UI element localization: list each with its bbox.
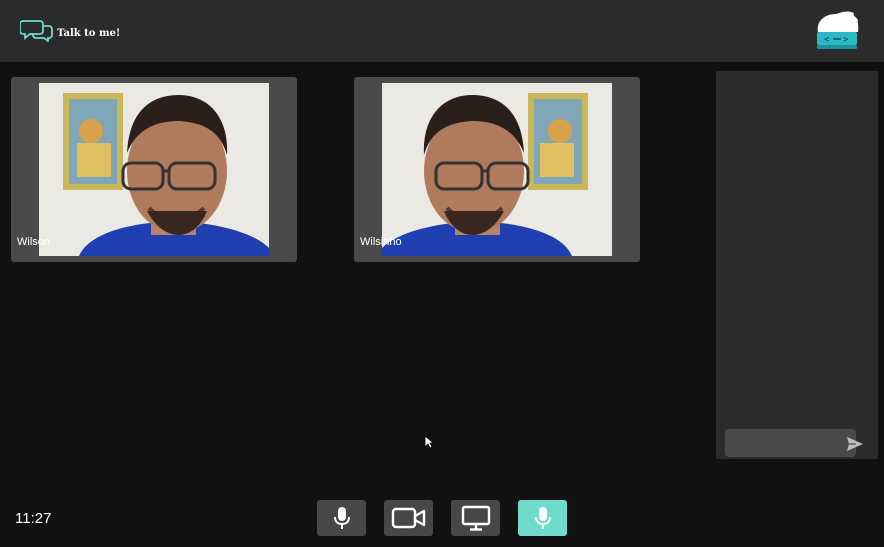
participant-tile: Wilson [11,77,297,262]
audio-input-active-button[interactable] [518,500,567,536]
svg-text:<: < [824,35,830,45]
mouse-pointer-icon [424,435,434,449]
app-logo: Talk to me! [20,18,120,42]
participant-name: Wilson [17,236,51,248]
screen-share-icon [461,505,490,531]
top-bar: Talk to me! < > [0,0,884,62]
svg-text:>: > [843,35,849,45]
send-icon[interactable] [846,435,864,453]
toggle-microphone-button[interactable] [317,500,366,536]
microphone-icon [333,507,350,529]
app-title: Talk to me! [57,27,121,39]
participant-video [39,83,269,256]
chat-message-input[interactable] [725,429,856,457]
video-camera-icon [391,507,425,529]
chat-bubbles-icon [20,20,53,42]
microphone-icon [534,507,551,529]
chat-panel [716,71,878,459]
coder-avatar-icon[interactable]: < > [814,10,860,52]
participant-tile: Wilsinho [354,77,640,262]
participant-name: Wilsinho [360,236,402,248]
participant-video [382,83,612,256]
toggle-camera-button[interactable] [384,500,433,536]
share-screen-button[interactable] [451,500,500,536]
clock-time: 11:27 [15,510,52,527]
